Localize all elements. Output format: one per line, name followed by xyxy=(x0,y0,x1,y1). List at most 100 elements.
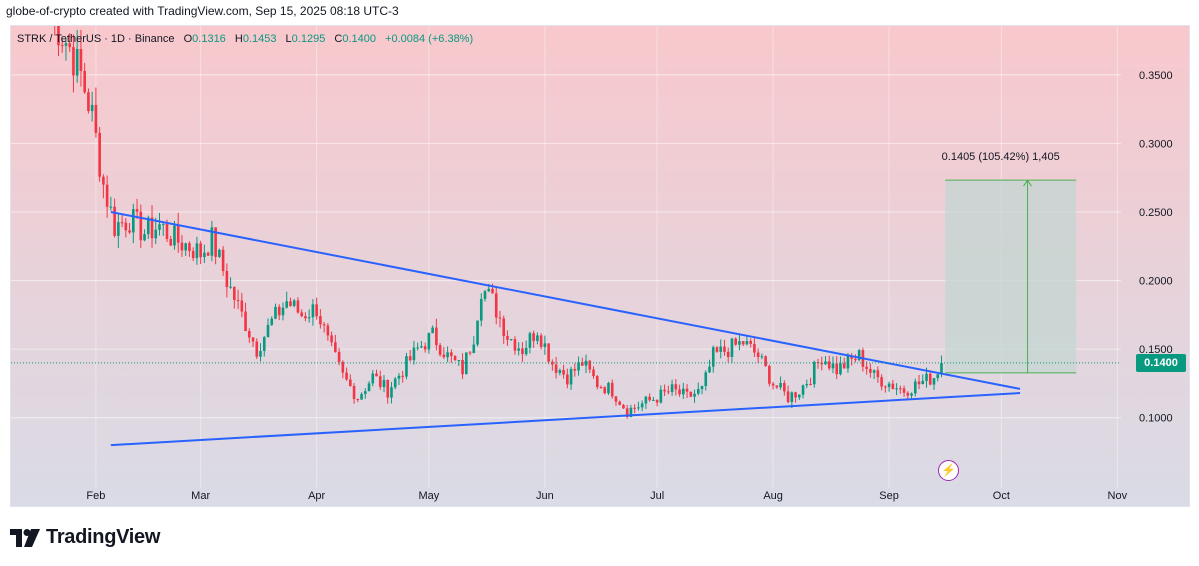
snapshot-credit: globe-of-crypto created with TradingView… xyxy=(6,4,399,18)
legend-symbol[interactable]: STRK / TetherUS · 1D · Binance xyxy=(17,33,175,45)
candle-body xyxy=(124,222,128,231)
candle-body xyxy=(158,224,161,230)
x-tick-label: Jul xyxy=(650,490,664,502)
candle-body xyxy=(105,184,109,207)
candle-body xyxy=(483,291,487,299)
candle-body xyxy=(696,389,700,394)
candle-body xyxy=(532,333,535,341)
candle-body xyxy=(334,342,337,352)
candle-body xyxy=(794,392,797,398)
candle-body xyxy=(678,389,681,395)
candle-body xyxy=(528,333,532,348)
x-tick-label: Nov xyxy=(1108,490,1128,502)
candle-body xyxy=(610,382,614,397)
price-range-box xyxy=(945,180,1077,373)
candle-body xyxy=(771,383,775,386)
tradingview-logo-icon xyxy=(10,528,40,547)
candle-body xyxy=(566,374,569,385)
candle-body xyxy=(341,361,345,373)
candle-body xyxy=(75,49,79,76)
candle-body xyxy=(809,384,812,386)
candle-body xyxy=(251,337,255,342)
candle-body xyxy=(509,339,513,341)
candle-body xyxy=(285,301,289,308)
legend-close-value: 0.1400 xyxy=(342,33,376,45)
x-tick-label: May xyxy=(419,490,440,502)
candle-body xyxy=(169,238,173,246)
candle-body xyxy=(199,243,202,258)
candle-body xyxy=(60,45,64,47)
candle-body xyxy=(876,370,880,378)
candle-body xyxy=(693,393,696,397)
candle-body xyxy=(663,389,666,392)
candle-body xyxy=(768,366,771,384)
legend-high-value: 0.1453 xyxy=(242,33,277,45)
candle-body xyxy=(652,399,655,401)
current-price-badge: 0.1400 xyxy=(1136,353,1186,372)
candle-body xyxy=(270,318,274,325)
candle-body xyxy=(435,327,438,346)
candle-body xyxy=(296,300,300,313)
candle-body xyxy=(491,288,494,294)
candle-body xyxy=(921,380,925,385)
candle-body xyxy=(558,370,562,373)
candle-body xyxy=(423,346,427,350)
y-tick-label: 0.2000 xyxy=(1139,276,1173,288)
candle-body xyxy=(801,385,805,395)
candle-body xyxy=(180,242,184,251)
candle-body xyxy=(349,379,352,387)
candle-body xyxy=(102,176,105,185)
candle-body xyxy=(887,383,891,387)
candle-body xyxy=(685,388,689,392)
x-tick-label: Mar xyxy=(191,490,210,502)
candle-body xyxy=(711,347,715,367)
x-tick-label: Sep xyxy=(879,490,899,502)
candle-body xyxy=(895,388,898,390)
candle-body xyxy=(109,206,113,208)
candle-body xyxy=(936,374,940,379)
candle-body xyxy=(322,324,326,326)
candle-body xyxy=(917,381,921,385)
candle-body xyxy=(337,351,341,362)
legend-low-label: L xyxy=(285,33,292,45)
candle-body xyxy=(730,338,734,358)
candle-body xyxy=(865,366,868,369)
candle-body xyxy=(191,250,195,259)
legend-open-value: 0.1316 xyxy=(192,33,226,45)
candle-body xyxy=(188,243,191,251)
candle-body xyxy=(760,356,764,358)
candle-body xyxy=(356,398,360,400)
y-tick-label: 0.3000 xyxy=(1139,138,1173,150)
candle-body xyxy=(682,388,685,395)
tradingview-wordmark: TradingView xyxy=(46,526,161,548)
candle-body xyxy=(330,335,333,343)
candle-body xyxy=(259,350,262,357)
candle-body xyxy=(427,333,431,350)
candle-body xyxy=(300,312,303,317)
candle-body xyxy=(281,307,285,316)
candlestick-chart[interactable]: 0.10000.15000.20000.25000.30000.3500Feb M… xyxy=(11,26,1190,507)
candle-body xyxy=(648,396,651,401)
candle-body xyxy=(670,384,674,393)
candle-body xyxy=(494,293,498,318)
candle-body xyxy=(899,388,902,390)
candle-body xyxy=(472,344,476,354)
candle-body xyxy=(554,364,558,373)
candle-body xyxy=(262,337,266,351)
candle-body xyxy=(83,70,86,93)
candle-body xyxy=(446,352,449,358)
candle-body xyxy=(154,229,158,239)
candle-body xyxy=(719,346,723,352)
candle-body xyxy=(72,47,75,76)
candle-body xyxy=(913,381,917,394)
chart-pane[interactable]: 0.1000 0.1500 0.2000 0.2500 0.3000 0.3500 Feb M… xyxy=(10,25,1190,507)
candle-body xyxy=(468,352,472,354)
candle-body xyxy=(307,317,311,319)
candle-body xyxy=(577,362,580,371)
lightning-icon[interactable]: ⚡ xyxy=(938,460,959,481)
y-tick-label: 0.1000 xyxy=(1139,413,1173,425)
candle-body xyxy=(749,340,752,344)
candle-body xyxy=(517,348,520,351)
candle-body xyxy=(367,383,371,392)
candle-body xyxy=(195,243,199,259)
